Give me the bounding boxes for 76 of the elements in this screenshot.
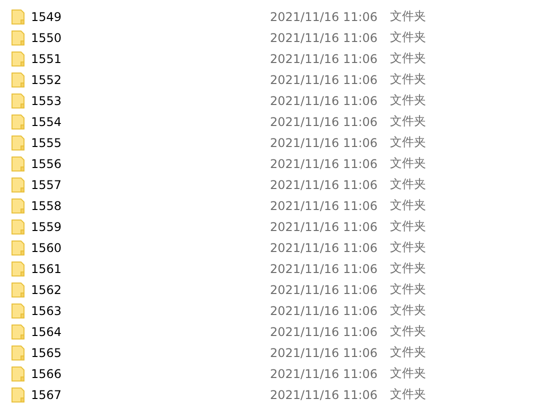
file-type: 文件夹 xyxy=(390,260,426,277)
folder-icon xyxy=(11,324,25,340)
file-type: 文件夹 xyxy=(390,302,426,319)
modified-date: 2021/11/16 11:06 xyxy=(270,10,379,24)
modified-date: 2021/11/16 11:06 xyxy=(270,388,379,402)
file-name[interactable]: 1557 xyxy=(31,178,270,192)
folder-icon xyxy=(11,134,25,150)
folder-icon xyxy=(11,50,25,66)
modified-date: 2021/11/16 11:06 xyxy=(270,198,379,212)
folder-icon xyxy=(11,156,25,172)
modified-date: 2021/11/16 11:06 xyxy=(270,220,379,234)
file-type: 文件夹 xyxy=(390,71,426,88)
folder-icon xyxy=(11,92,25,108)
file-name[interactable]: 1551 xyxy=(31,52,270,66)
file-type: 文件夹 xyxy=(390,197,426,214)
folder-icon xyxy=(11,176,25,192)
file-type: 文件夹 xyxy=(390,29,426,46)
modified-date: 2021/11/16 11:06 xyxy=(270,72,379,86)
folder-icon xyxy=(11,198,25,214)
folder-icon xyxy=(11,30,25,46)
modified-date: 2021/11/16 11:06 xyxy=(270,262,379,276)
folder-icon xyxy=(11,302,25,318)
file-type: 文件夹 xyxy=(390,344,426,361)
file-type: 文件夹 xyxy=(390,50,426,67)
file-name[interactable]: 1567 xyxy=(31,388,270,402)
folder-icon xyxy=(11,344,25,360)
file-name[interactable]: 1550 xyxy=(31,30,270,44)
modified-date: 2021/11/16 11:06 xyxy=(270,114,379,128)
file-name[interactable]: 1565 xyxy=(31,346,270,360)
file-type: 文件夹 xyxy=(390,365,426,382)
file-name[interactable]: 1552 xyxy=(31,72,270,86)
file-type: 文件夹 xyxy=(390,134,426,151)
file-type: 文件夹 xyxy=(390,281,426,298)
file-name[interactable]: 1560 xyxy=(31,240,270,254)
folder-icon xyxy=(11,386,25,402)
file-type: 文件夹 xyxy=(390,176,426,193)
folder-icon xyxy=(11,366,25,382)
modified-date: 2021/11/16 11:06 xyxy=(270,346,379,360)
modified-date: 2021/11/16 11:06 xyxy=(270,156,379,170)
file-type: 文件夹 xyxy=(390,155,426,172)
modified-date: 2021/11/16 11:06 xyxy=(270,94,379,108)
file-type: 文件夹 xyxy=(390,92,426,109)
file-name[interactable]: 1559 xyxy=(31,220,270,234)
file-name[interactable]: 1562 xyxy=(31,282,270,296)
file-name[interactable]: 1553 xyxy=(31,94,270,108)
folder-icon xyxy=(11,218,25,234)
folder-icon xyxy=(11,282,25,298)
modified-date: 2021/11/16 11:06 xyxy=(270,52,379,66)
file-name[interactable]: 1556 xyxy=(31,156,270,170)
modified-date: 2021/11/16 11:06 xyxy=(270,282,379,296)
file-name[interactable]: 1563 xyxy=(31,304,270,318)
file-name[interactable]: 1561 xyxy=(31,262,270,276)
folder-icon xyxy=(11,8,25,24)
file-name[interactable]: 1564 xyxy=(31,324,270,338)
modified-date: 2021/11/16 11:06 xyxy=(270,178,379,192)
file-type: 文件夹 xyxy=(390,323,426,340)
folder-icon xyxy=(11,114,25,130)
file-name[interactable]: 1549 xyxy=(31,10,270,24)
file-type: 文件夹 xyxy=(390,113,426,130)
modified-date: 2021/11/16 11:06 xyxy=(270,304,379,318)
modified-date: 2021/11/16 11:06 xyxy=(270,240,379,254)
folder-icon xyxy=(11,260,25,276)
file-name[interactable]: 1566 xyxy=(31,366,270,380)
modified-date: 2021/11/16 11:06 xyxy=(270,324,379,338)
file-type: 文件夹 xyxy=(390,218,426,235)
modified-date: 2021/11/16 11:06 xyxy=(270,30,379,44)
file-name[interactable]: 1554 xyxy=(31,114,270,128)
file-type: 文件夹 xyxy=(390,8,426,25)
file-name[interactable]: 1558 xyxy=(31,198,270,212)
file-name[interactable]: 1555 xyxy=(31,136,270,150)
file-type: 文件夹 xyxy=(390,386,426,403)
file-type: 文件夹 xyxy=(390,239,426,256)
modified-date: 2021/11/16 11:06 xyxy=(270,366,379,380)
folder-icon xyxy=(11,72,25,88)
folder-icon xyxy=(11,240,25,256)
modified-date: 2021/11/16 11:06 xyxy=(270,136,379,150)
